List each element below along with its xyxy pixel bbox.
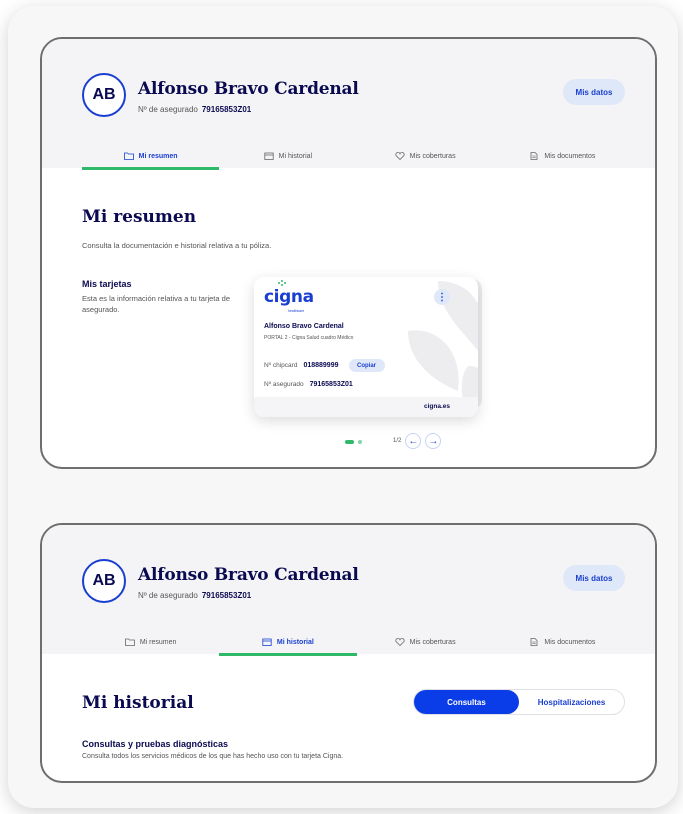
policy-number: Nº de asegurado 79165853Z01	[138, 591, 251, 600]
mis-datos-button[interactable]: Mis datos	[563, 79, 625, 105]
tab-mis-coberturas[interactable]: Mis coberturas	[357, 149, 494, 169]
chipcard-value: 018889999	[303, 362, 339, 369]
tab-label: Mis coberturas	[409, 638, 456, 646]
carousel-dot[interactable]	[358, 440, 362, 444]
carousel-dots	[345, 440, 362, 444]
calendar-icon	[264, 152, 274, 160]
cigna-logo-sub: healthcare	[288, 309, 305, 313]
history-section-description: Consulta todos los servicios médicos de …	[82, 753, 344, 760]
card-footer: cigna.es	[254, 397, 478, 417]
segmented-control: Consultas Hospitalizaciones	[413, 689, 625, 715]
chipcard-row: Nº chipcard 018889999 Copiar	[264, 359, 385, 372]
heart-icon	[395, 152, 405, 160]
calendar-icon	[262, 638, 272, 646]
avatar: AB	[82, 73, 126, 117]
tab-label: Mi resumen	[138, 152, 178, 160]
user-name: Alfonso Bravo Cardenal	[138, 565, 359, 585]
pager-text: 1/2	[393, 438, 402, 444]
profile-header: AB Alfonso Bravo Cardenal Nº de asegurad…	[42, 525, 655, 656]
history-panel: AB Alfonso Bravo Cardenal Nº de asegurad…	[40, 523, 657, 783]
tab-label: Mis coberturas	[409, 152, 456, 160]
tab-mi-historial[interactable]: Mi historial	[219, 635, 357, 656]
segment-hospitalizaciones[interactable]: Hospitalizaciones	[519, 690, 624, 714]
tab-mis-documentos[interactable]: Mis documentos	[494, 149, 631, 169]
tab-bar: Mi resumen Mi historial Mis coberturas M…	[82, 149, 631, 170]
tab-label: Mi resumen	[139, 638, 177, 646]
folder-icon	[124, 638, 135, 646]
tab-bar: Mi resumen Mi historial Mis coberturas M…	[82, 635, 631, 656]
page-subtitle: Consulta la documentación e historial re…	[82, 241, 272, 250]
profile-header: AB Alfonso Bravo Cardenal Nº de asegurad…	[42, 39, 655, 170]
summary-panel: AB Alfonso Bravo Cardenal Nº de asegurad…	[40, 37, 657, 469]
carousel-pager: 1/2 ← →	[393, 433, 442, 449]
cards-title: Mis tarjetas	[82, 279, 132, 289]
segment-consultas[interactable]: Consultas	[414, 690, 519, 714]
tab-mi-resumen[interactable]: Mi resumen	[82, 149, 220, 170]
document-icon	[530, 638, 538, 646]
folder-icon	[123, 152, 134, 160]
arrow-left-icon[interactable]: ←	[405, 433, 422, 449]
history-section-title: Consultas y pruebas diagnósticas	[82, 739, 229, 749]
chipcard-label: Nº chipcard	[264, 362, 298, 369]
policy-label: Nº de asegurado	[138, 591, 198, 600]
document-icon	[530, 152, 538, 160]
carousel-dot-active[interactable]	[345, 440, 354, 444]
policy-label: Nº de asegurado	[138, 105, 198, 114]
card-plan: PORTAL 2 - Cigna Salud cuadro Médico	[264, 335, 354, 341]
asegurado-label: Nº asegurado	[264, 381, 304, 388]
tab-label: Mis documentos	[544, 638, 596, 646]
page-title: Mi resumen	[82, 207, 197, 227]
asegurado-value: 79165853Z01	[309, 381, 353, 388]
copy-button[interactable]: Copiar	[348, 359, 385, 372]
arrow-right-icon[interactable]: →	[425, 433, 442, 449]
policy-value: 79165853Z01	[201, 591, 252, 600]
cigna-logo: cigna	[264, 287, 314, 307]
insurance-card[interactable]: cigna healthcare ⋮ Alfonso Bravo Cardena…	[254, 277, 478, 417]
leaf-watermark-icon	[408, 281, 478, 401]
policy-value: 79165853Z01	[201, 105, 252, 114]
page-title: Mi historial	[82, 693, 194, 713]
asegurado-row: Nº asegurado 79165853Z01	[264, 381, 353, 388]
tab-mis-documentos[interactable]: Mis documentos	[494, 635, 631, 655]
kebab-menu-icon[interactable]: ⋮	[434, 289, 450, 305]
tab-mis-coberturas[interactable]: Mis coberturas	[357, 635, 494, 655]
avatar: AB	[82, 559, 126, 603]
tab-mi-historial[interactable]: Mi historial	[219, 149, 356, 169]
tab-label: Mi historial	[276, 638, 314, 646]
tab-mi-resumen[interactable]: Mi resumen	[82, 635, 219, 655]
user-name: Alfonso Bravo Cardenal	[138, 79, 359, 99]
tab-label: Mi historial	[278, 152, 313, 160]
tab-label: Mis documentos	[544, 152, 596, 160]
heart-icon	[395, 638, 405, 646]
policy-number: Nº de asegurado 79165853Z01	[138, 105, 251, 114]
card-holder: Alfonso Bravo Cardenal	[264, 323, 344, 330]
cards-description: Esta es la información relativa a tu tar…	[82, 294, 230, 314]
mis-datos-button[interactable]: Mis datos	[563, 565, 625, 591]
